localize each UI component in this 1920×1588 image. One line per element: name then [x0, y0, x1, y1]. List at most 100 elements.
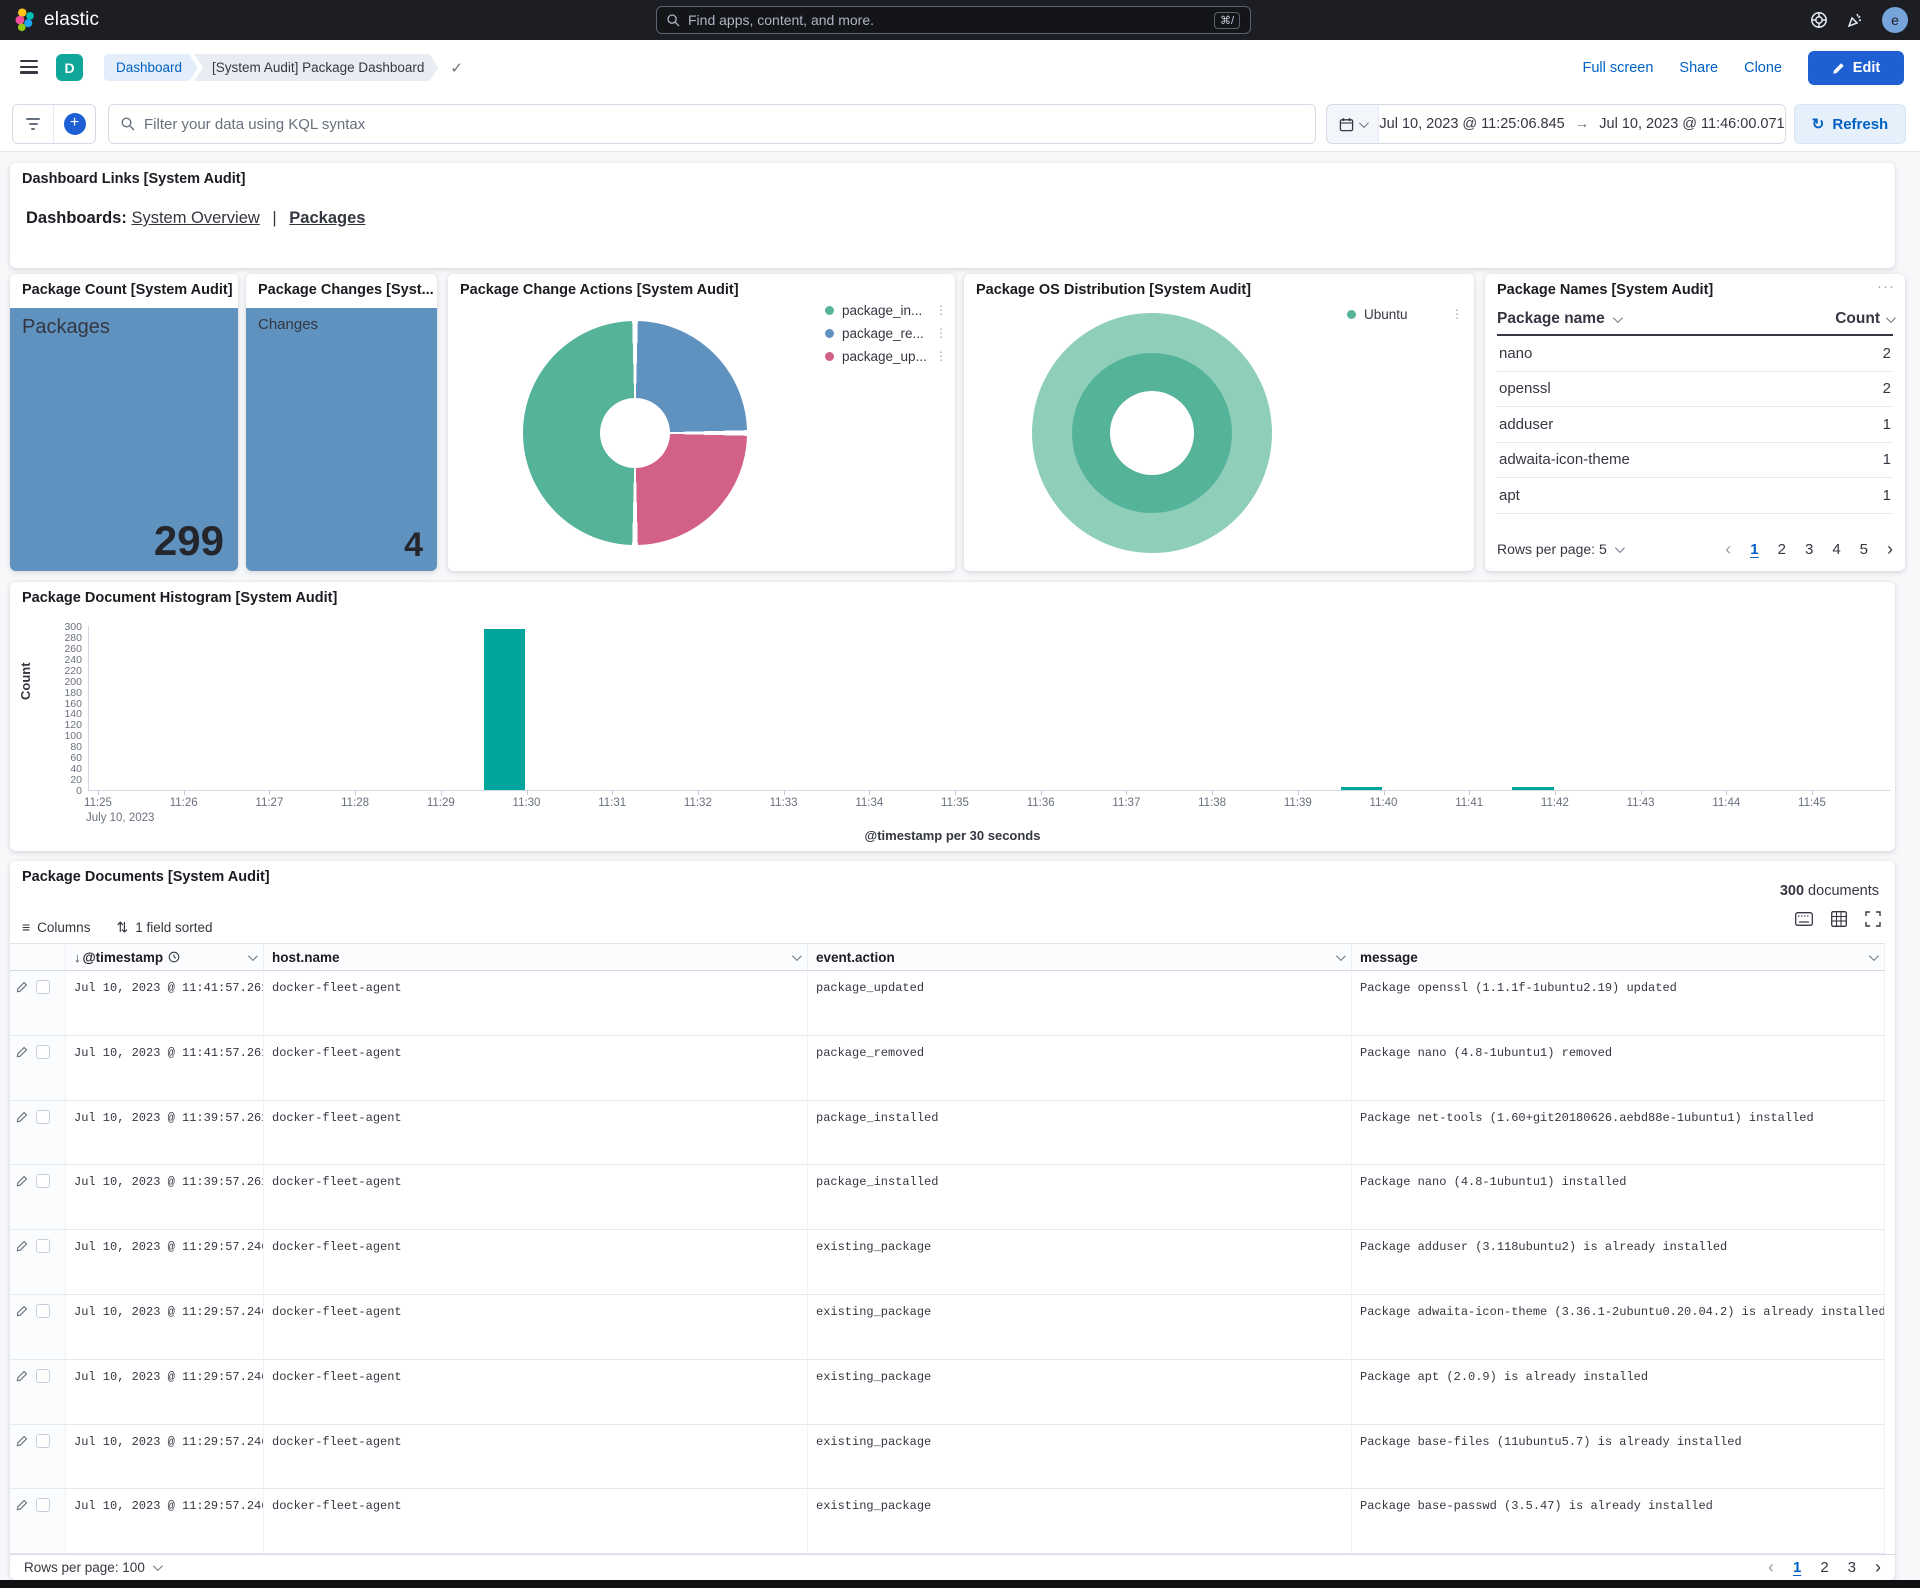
add-filter-button[interactable]: + — [54, 113, 95, 135]
expand-row-icon[interactable] — [16, 1435, 28, 1447]
table-row[interactable]: Jul 10, 2023 @ 11:29:57.246docker-fleet-… — [10, 1360, 1885, 1425]
keyboard-shortcuts-icon[interactable] — [1795, 912, 1813, 926]
legend-menu-icon[interactable]: ⋮ — [929, 349, 947, 363]
row-checkbox[interactable] — [36, 1239, 50, 1253]
share-link[interactable]: Share — [1679, 60, 1718, 76]
package-name-row[interactable]: apt1 — [1497, 478, 1893, 514]
system-overview-link[interactable]: System Overview — [131, 209, 259, 227]
package-name-cell: adduser — [1497, 416, 1883, 433]
previous-page-icon[interactable]: ‹ — [1768, 1557, 1774, 1578]
legend-item[interactable]: package_re...⋮ — [825, 325, 947, 341]
sort-fields-button[interactable]: ⇅1 field sorted — [116, 919, 212, 936]
rows-per-page-control[interactable]: Rows per page: 100 — [24, 1560, 160, 1575]
row-checkbox[interactable] — [36, 1434, 50, 1448]
global-search[interactable]: ⌘/ — [656, 6, 1251, 34]
column-header-message[interactable]: message — [1352, 944, 1885, 970]
page-number-2[interactable]: 2 — [1778, 541, 1786, 558]
page-number-1[interactable]: 1 — [1750, 541, 1758, 558]
package-name-row[interactable]: openssl2 — [1497, 372, 1893, 408]
changes-metric-tile[interactable]: Changes 4 — [246, 308, 437, 571]
kql-query-input[interactable] — [144, 116, 1303, 133]
legend-label[interactable]: package_re... — [842, 326, 929, 341]
table-row[interactable]: Jul 10, 2023 @ 11:39:57.261docker-fleet-… — [10, 1101, 1885, 1166]
column-header-package-name[interactable]: Package name — [1497, 310, 1835, 328]
legend-menu-icon[interactable]: ⋮ — [1445, 307, 1463, 321]
histogram-bar[interactable] — [1512, 787, 1554, 790]
full-screen-link[interactable]: Full screen — [1582, 60, 1653, 76]
packages-link[interactable]: Packages — [289, 209, 365, 227]
page-number-5[interactable]: 5 — [1860, 541, 1868, 558]
global-search-input[interactable] — [688, 12, 1206, 28]
page-number-4[interactable]: 4 — [1832, 541, 1840, 558]
row-checkbox[interactable] — [36, 1045, 50, 1059]
row-checkbox[interactable] — [36, 1498, 50, 1512]
breadcrumb-current-dashboard[interactable]: [System Audit] Package Dashboard — [194, 54, 438, 81]
table-row[interactable]: Jul 10, 2023 @ 11:41:57.261docker-fleet-… — [10, 1036, 1885, 1101]
breadcrumb-dashboard[interactable]: Dashboard — [104, 54, 198, 81]
page-number-3[interactable]: 3 — [1805, 541, 1813, 558]
packages-metric-tile[interactable]: Packages 299 — [10, 308, 238, 571]
expand-row-icon[interactable] — [16, 1046, 28, 1058]
column-header-event-action[interactable]: event.action — [808, 944, 1352, 970]
expand-row-icon[interactable] — [16, 981, 28, 993]
panel-options-icon[interactable]: ··· — [1877, 278, 1895, 295]
table-row[interactable]: Jul 10, 2023 @ 11:29:57.246docker-fleet-… — [10, 1425, 1885, 1490]
legend-label[interactable]: Ubuntu — [1364, 307, 1445, 322]
display-options-icon[interactable] — [1831, 911, 1847, 927]
fullscreen-icon[interactable] — [1865, 911, 1881, 927]
rows-per-page-control[interactable]: Rows per page: 5 — [1497, 541, 1622, 557]
menu-icon[interactable] — [20, 60, 38, 74]
date-quick-select-button[interactable] — [1327, 105, 1379, 143]
expand-row-icon[interactable] — [16, 1499, 28, 1511]
legend-item[interactable]: package_in...⋮ — [825, 302, 947, 318]
previous-page-icon[interactable]: ‹ — [1725, 539, 1731, 560]
elastic-logo[interactable]: elastic — [14, 0, 99, 40]
clone-link[interactable]: Clone — [1744, 60, 1782, 76]
expand-row-icon[interactable] — [16, 1175, 28, 1187]
package-name-row[interactable]: nano2 — [1497, 336, 1893, 372]
column-header-host-name[interactable]: host.name — [264, 944, 808, 970]
edit-button[interactable]: Edit — [1808, 51, 1904, 85]
row-checkbox[interactable] — [36, 1369, 50, 1383]
table-row[interactable]: Jul 10, 2023 @ 11:39:57.261docker-fleet-… — [10, 1165, 1885, 1230]
legend-menu-icon[interactable]: ⋮ — [929, 303, 947, 317]
expand-row-icon[interactable] — [16, 1370, 28, 1382]
legend-item[interactable]: package_up...⋮ — [825, 348, 947, 364]
table-row[interactable]: Jul 10, 2023 @ 11:29:57.246docker-fleet-… — [10, 1489, 1885, 1554]
page-number-3[interactable]: 3 — [1848, 1559, 1856, 1576]
column-header-timestamp[interactable]: ↓ @timestamp — [66, 944, 264, 970]
table-row[interactable]: Jul 10, 2023 @ 11:41:57.261docker-fleet-… — [10, 971, 1885, 1036]
refresh-button[interactable]: ↻ Refresh — [1794, 104, 1906, 144]
table-row[interactable]: Jul 10, 2023 @ 11:29:57.246docker-fleet-… — [10, 1230, 1885, 1295]
legend-item[interactable]: Ubuntu⋮ — [1347, 306, 1463, 322]
kql-search-box[interactable] — [108, 104, 1316, 144]
table-row[interactable]: Jul 10, 2023 @ 11:29:57.246docker-fleet-… — [10, 1295, 1885, 1360]
package-name-row[interactable]: adduser1 — [1497, 407, 1893, 443]
date-range-end[interactable]: Jul 10, 2023 @ 11:46:00.071 — [1599, 116, 1784, 132]
expand-row-icon[interactable] — [16, 1305, 28, 1317]
expand-row-icon[interactable] — [16, 1240, 28, 1252]
row-checkbox[interactable] — [36, 980, 50, 994]
user-avatar[interactable]: e — [1882, 7, 1908, 33]
row-checkbox[interactable] — [36, 1110, 50, 1124]
next-page-icon[interactable]: › — [1887, 539, 1893, 560]
columns-selector-button[interactable]: ≡Columns — [22, 919, 90, 935]
expand-row-icon[interactable] — [16, 1111, 28, 1123]
legend-label[interactable]: package_up... — [842, 349, 929, 364]
histogram-bar[interactable] — [484, 629, 526, 790]
row-checkbox[interactable] — [36, 1174, 50, 1188]
next-page-icon[interactable]: › — [1875, 1557, 1881, 1578]
row-checkbox[interactable] — [36, 1304, 50, 1318]
page-number-1[interactable]: 1 — [1793, 1559, 1801, 1576]
filter-funnel-icon[interactable] — [13, 105, 54, 143]
column-header-count[interactable]: Count — [1835, 310, 1893, 328]
dashboard-app-badge[interactable]: D — [56, 54, 83, 81]
page-number-2[interactable]: 2 — [1820, 1559, 1828, 1576]
help-icon[interactable] — [1810, 11, 1828, 29]
package-name-row[interactable]: adwaita-icon-theme1 — [1497, 443, 1893, 479]
histogram-bar[interactable] — [1341, 787, 1383, 790]
date-range-start[interactable]: Jul 10, 2023 @ 11:25:06.845 — [1379, 116, 1564, 132]
legend-menu-icon[interactable]: ⋮ — [929, 326, 947, 340]
legend-label[interactable]: package_in... — [842, 303, 929, 318]
newsfeed-icon[interactable] — [1846, 11, 1864, 29]
